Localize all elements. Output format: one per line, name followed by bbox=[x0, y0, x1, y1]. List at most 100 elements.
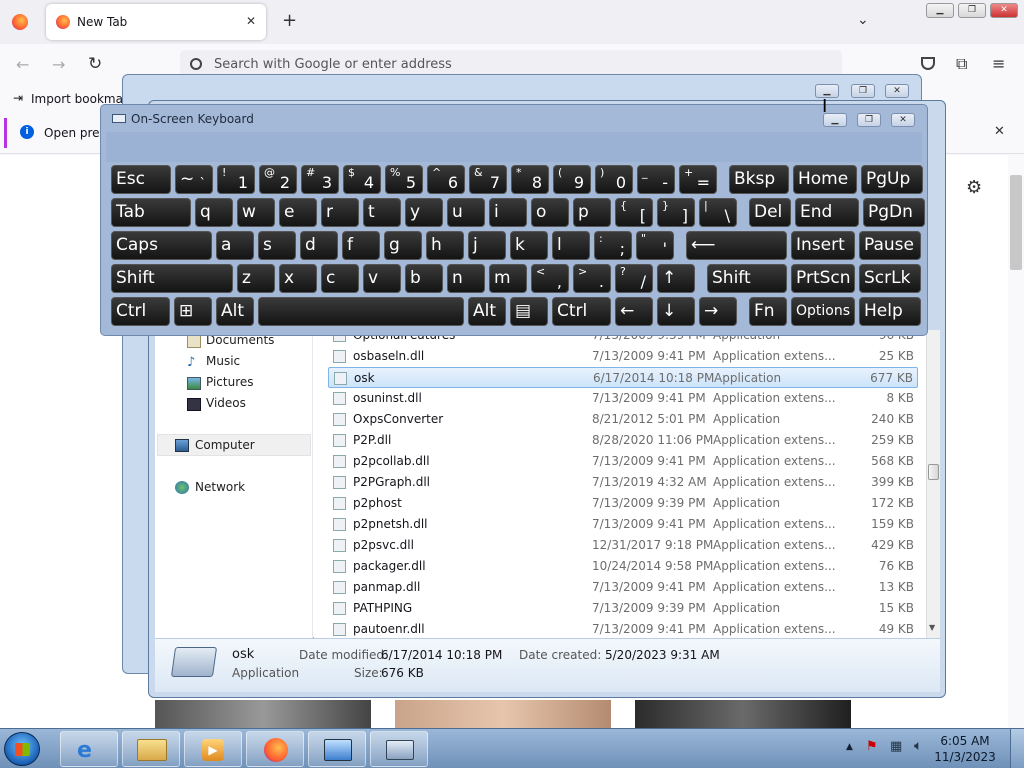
scroll-down-icon[interactable]: ▼ bbox=[929, 623, 935, 632]
osk-key[interactable]: n bbox=[447, 264, 485, 293]
nav-item-music[interactable]: Music bbox=[206, 354, 240, 368]
file-list-scrollbar[interactable]: ▼ bbox=[926, 330, 940, 638]
nav-item-videos[interactable]: Videos bbox=[206, 396, 246, 410]
network-tray-icon[interactable]: ▦ bbox=[890, 739, 902, 754]
osk-key[interactable]: :; bbox=[594, 231, 632, 260]
taskbar-media-player[interactable]: ▶ bbox=[184, 731, 242, 767]
file-scroll-thumb[interactable] bbox=[928, 464, 939, 480]
taskbar-control-panel[interactable] bbox=[308, 731, 366, 767]
new-tab-button[interactable]: + bbox=[282, 10, 297, 31]
osk-key[interactable]: ⊞ bbox=[174, 297, 212, 326]
osk-key[interactable]: _ - bbox=[637, 165, 675, 194]
hamburger-menu-icon[interactable]: ≡ bbox=[992, 54, 1005, 73]
osk-key[interactable]: Bksp bbox=[729, 165, 789, 194]
osk-key[interactable]: }] bbox=[657, 198, 695, 227]
osk-key[interactable]: ↓ bbox=[657, 297, 695, 326]
thumbnail[interactable] bbox=[395, 700, 611, 728]
osk-key[interactable]: v bbox=[363, 264, 401, 293]
file-row[interactable]: osk 6/17/2014 10:18 PM Application 677 KB bbox=[328, 367, 918, 388]
osk-key[interactable]: ScrLk bbox=[859, 264, 921, 293]
osk-key[interactable]: Caps bbox=[111, 231, 212, 260]
osk-key[interactable]: Shift bbox=[707, 264, 787, 293]
osk-key[interactable]: End bbox=[795, 198, 859, 227]
file-row[interactable]: P2P.dll 8/28/2020 11:06 PM Application ext… bbox=[328, 430, 918, 451]
osk-key[interactable]: PgUp bbox=[861, 165, 923, 194]
file-row[interactable]: P2PGraph.dll 7/13/2019 4:32 AM Application… bbox=[328, 472, 918, 493]
osk-key[interactable]: (9 bbox=[553, 165, 591, 194]
osk-key[interactable]: r bbox=[321, 198, 359, 227]
osk-key[interactable]: l bbox=[552, 231, 590, 260]
system-clock[interactable]: 6:05 AM 11/3/2023 bbox=[932, 733, 998, 765]
osk-key[interactable]: " ' bbox=[636, 231, 674, 260]
file-row[interactable]: PATHPING 7/13/2009 9:39 PM Application 15 K… bbox=[328, 598, 918, 619]
nav-item-network[interactable]: Network bbox=[195, 480, 245, 494]
extensions-icon[interactable]: ⧉ bbox=[956, 54, 967, 74]
osk-key[interactable]: | \ bbox=[699, 198, 737, 227]
osk-key[interactable]: ⟵ bbox=[686, 231, 787, 260]
osk-key[interactable]: h bbox=[426, 231, 464, 260]
osk-key[interactable]: p bbox=[573, 198, 611, 227]
file-row[interactable]: pautoenr.dll 7/13/2009 9:41 PM Application… bbox=[328, 619, 918, 638]
osk-key[interactable]: d bbox=[300, 231, 338, 260]
restore-button[interactable]: ❐ bbox=[958, 3, 986, 18]
osk-key[interactable]: Alt bbox=[216, 297, 254, 326]
file-row[interactable]: p2phost 7/13/2009 9:39 PM Application 172 K… bbox=[328, 493, 918, 514]
file-row[interactable]: panmap.dll 7/13/2009 9:41 PM Application e… bbox=[328, 577, 918, 598]
back-icon[interactable]: ← bbox=[16, 55, 29, 74]
volume-icon[interactable]: 🔈︎ bbox=[914, 738, 922, 754]
tab-close-icon[interactable]: ✕ bbox=[246, 14, 256, 28]
file-row[interactable]: packager.dll 10/24/2014 9:58 PM Applicatio… bbox=[328, 556, 918, 577]
show-hidden-icons[interactable]: ▲ bbox=[846, 742, 853, 752]
bg-restore-button[interactable]: ❐ bbox=[851, 84, 875, 98]
file-row[interactable]: p2psvc.dll 12/31/2017 9:18 PM Application … bbox=[328, 535, 918, 556]
osk-key[interactable]: + = bbox=[679, 165, 717, 194]
taskbar-internet-explorer[interactable]: e bbox=[60, 731, 118, 767]
bg-close-button[interactable]: ✕ bbox=[885, 84, 909, 98]
osk-key[interactable]: q bbox=[195, 198, 233, 227]
file-row[interactable]: p2pnetsh.dll 7/13/2009 9:41 PM Application… bbox=[328, 514, 918, 535]
osk-key[interactable]: Ctrl bbox=[111, 297, 170, 326]
osk-key[interactable]: o bbox=[531, 198, 569, 227]
osk-key[interactable]: ← bbox=[615, 297, 653, 326]
thumbnail[interactable] bbox=[635, 700, 851, 728]
file-row[interactable]: osuninst.dll 7/13/2009 9:41 PM Application… bbox=[328, 388, 918, 409]
osk-key[interactable]: Home bbox=[793, 165, 857, 194]
scrollbar-thumb[interactable] bbox=[1010, 175, 1022, 270]
osk-key[interactable]: @2 bbox=[259, 165, 297, 194]
osk-key[interactable]: ! 1 bbox=[217, 165, 255, 194]
osk-key[interactable]: z bbox=[237, 264, 275, 293]
file-row[interactable]: osbaseln.dll 7/13/2009 9:41 PM Application… bbox=[328, 346, 918, 367]
action-center-icon[interactable]: ⚑ bbox=[866, 739, 878, 754]
osk-key[interactable]: <, bbox=[531, 264, 569, 293]
osk-key[interactable]: Options bbox=[791, 297, 855, 326]
osk-key[interactable]: Insert bbox=[791, 231, 855, 260]
osk-key[interactable]: Tab bbox=[111, 198, 191, 227]
file-row[interactable]: OxpsConverter 8/21/2012 5:01 PM Applicatio… bbox=[328, 409, 918, 430]
osk-key[interactable]: ~ ` bbox=[175, 165, 213, 194]
osk-key[interactable]: * 8 bbox=[511, 165, 549, 194]
osk-key[interactable]: Fn bbox=[749, 297, 787, 326]
osk-key[interactable]: k bbox=[510, 231, 548, 260]
osk-key[interactable]: Help bbox=[859, 297, 921, 326]
osk-key[interactable]: ^ 6 bbox=[427, 165, 465, 194]
osk-key[interactable]: g bbox=[384, 231, 422, 260]
osk-key[interactable]: w bbox=[237, 198, 275, 227]
osk-key[interactable]: s bbox=[258, 231, 296, 260]
osk-key[interactable]: Alt bbox=[468, 297, 506, 326]
osk-key[interactable]: x bbox=[279, 264, 317, 293]
nav-item-computer[interactable]: Computer bbox=[195, 438, 255, 452]
osk-key[interactable]: i bbox=[489, 198, 527, 227]
osk-key[interactable]: a bbox=[216, 231, 254, 260]
osk-key[interactable]: ▤ bbox=[510, 297, 548, 326]
osk-key[interactable]: Shift bbox=[111, 264, 233, 293]
close-button[interactable]: ✕ bbox=[990, 3, 1018, 18]
osk-key[interactable]: e bbox=[279, 198, 317, 227]
minimize-button[interactable]: ▁ bbox=[926, 3, 954, 18]
osk-key[interactable]: b bbox=[405, 264, 443, 293]
osk-key[interactable]: Del bbox=[749, 198, 791, 227]
osk-key[interactable]: j bbox=[468, 231, 506, 260]
show-desktop-button[interactable] bbox=[1010, 729, 1024, 768]
osk-key[interactable]: >. bbox=[573, 264, 611, 293]
start-button[interactable] bbox=[4, 732, 40, 766]
reload-icon[interactable]: ↻ bbox=[88, 54, 102, 74]
